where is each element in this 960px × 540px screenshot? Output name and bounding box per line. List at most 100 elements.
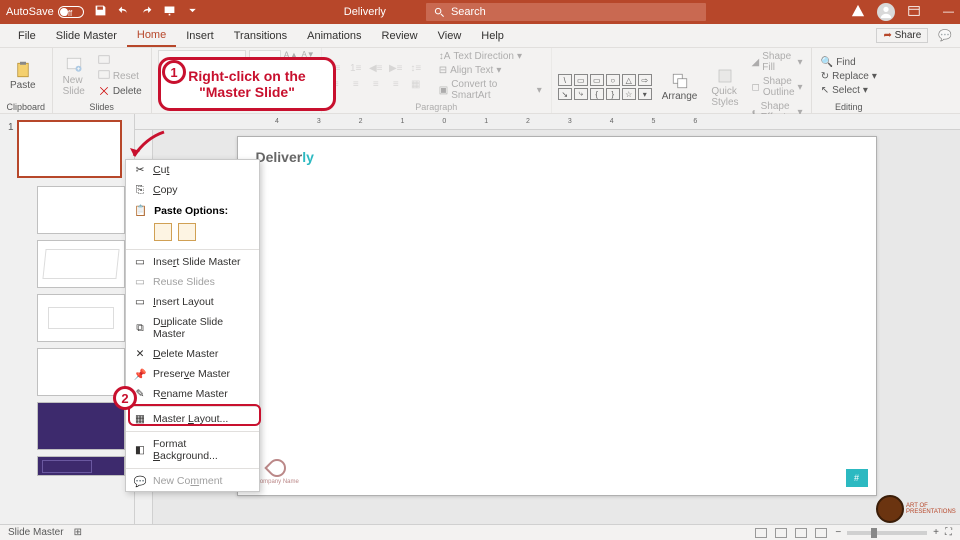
watermark-badge-icon xyxy=(876,495,904,523)
align-center-icon[interactable]: ≡ xyxy=(348,77,364,91)
shape-tri-icon[interactable]: △ xyxy=(622,74,636,86)
tab-slide-master[interactable]: Slide Master xyxy=(46,24,127,47)
zoom-out-icon[interactable]: − xyxy=(835,527,841,538)
slide-thumbnails-panel[interactable]: 1 xyxy=(0,114,135,524)
increase-indent-icon[interactable]: ▶≡ xyxy=(388,61,404,75)
reading-view-icon[interactable] xyxy=(795,528,807,538)
toggle-switch-icon[interactable]: Off xyxy=(58,6,84,18)
shape-more-icon[interactable]: ▾ xyxy=(638,88,652,100)
qat-dropdown-icon[interactable] xyxy=(186,4,199,20)
paste-option-keep[interactable] xyxy=(178,223,196,241)
tab-insert[interactable]: Insert xyxy=(176,24,224,47)
arrange-button[interactable]: Arrange xyxy=(658,70,702,104)
convert-smartart-button[interactable]: ▣Convert to SmartArt ▾ xyxy=(436,78,545,102)
menu-format-background[interactable]: ◧Format Background... xyxy=(126,434,259,466)
new-slide-button[interactable]: New Slide xyxy=(59,54,89,99)
tab-review[interactable]: Review xyxy=(372,24,428,47)
brand-text[interactable]: Deliverly xyxy=(256,149,314,165)
horizontal-ruler[interactable]: 4 3 2 1 0 1 2 3 4 5 6 xyxy=(135,114,960,130)
tab-file[interactable]: File xyxy=(8,24,46,47)
tab-view[interactable]: View xyxy=(428,24,472,47)
reset-button[interactable]: Reset xyxy=(95,69,145,83)
shape-line2-icon[interactable]: ↘ xyxy=(558,88,572,100)
find-button[interactable]: 🔍Find xyxy=(818,56,880,69)
shape-rect2-icon[interactable]: ▭ xyxy=(590,74,604,86)
warning-icon[interactable] xyxy=(851,4,865,21)
layout-button[interactable] xyxy=(95,54,145,68)
document-title[interactable]: Deliverly xyxy=(344,6,386,18)
share-button[interactable]: ➦ Share xyxy=(876,28,928,43)
zoom-in-icon[interactable]: + xyxy=(933,527,939,538)
layout-thumbnail-6[interactable] xyxy=(37,456,125,476)
search-box[interactable]: Search xyxy=(426,3,706,21)
slide-canvas-background[interactable]: Deliverly Company Name # xyxy=(153,130,960,524)
menu-rename-master[interactable]: ✎Rename Master xyxy=(126,384,259,404)
ribbon-display-icon[interactable] xyxy=(907,4,921,21)
comment-icon: 💬 xyxy=(134,475,146,487)
tab-home[interactable]: Home xyxy=(127,24,176,47)
menu-master-layout[interactable]: ▦Master Layout... xyxy=(126,409,259,429)
fit-to-window-icon[interactable]: ⛶ xyxy=(945,527,952,538)
justify-icon[interactable]: ≡ xyxy=(388,77,404,91)
shape-outline-button[interactable]: ◻Shape Outline ▾ xyxy=(749,75,806,99)
align-right-icon[interactable]: ≡ xyxy=(368,77,384,91)
zoom-slider[interactable] xyxy=(847,531,927,535)
shape-star-icon[interactable]: ☆ xyxy=(622,88,636,100)
normal-view-icon[interactable] xyxy=(755,528,767,538)
slide-canvas[interactable]: Deliverly Company Name # xyxy=(237,136,877,496)
minimize-icon[interactable]: — xyxy=(943,6,954,18)
tab-animations[interactable]: Animations xyxy=(297,24,371,47)
paste-option-theme[interactable] xyxy=(154,223,172,241)
menu-insert-slide-master[interactable]: ▭Insert Slide Master xyxy=(126,252,259,272)
user-avatar[interactable] xyxy=(877,3,895,21)
tab-help[interactable]: Help xyxy=(471,24,514,47)
shape-rect-icon[interactable]: ▭ xyxy=(574,74,588,86)
slideshow-icon[interactable] xyxy=(163,4,176,20)
redo-icon[interactable] xyxy=(140,4,153,20)
layout-thumbnail-4[interactable] xyxy=(37,348,125,396)
shape-brace-icon[interactable]: { xyxy=(590,88,604,100)
layout-thumbnail-3[interactable] xyxy=(37,294,125,342)
slideshow-view-icon[interactable] xyxy=(815,528,827,538)
shapes-gallery[interactable]: \ ▭ ▭ ○ △ ⇨ ↘ ⤷ { } ☆ ▾ xyxy=(558,74,652,100)
menu-duplicate-slide-master[interactable]: ⧉Duplicate Slide Master xyxy=(126,312,259,344)
reuse-icon: ▭ xyxy=(134,276,146,288)
shape-line-icon[interactable]: \ xyxy=(558,74,572,86)
autosave-toggle[interactable]: AutoSave Off xyxy=(6,6,84,18)
layout-thumbnail-1[interactable] xyxy=(37,186,125,234)
tab-transitions[interactable]: Transitions xyxy=(224,24,297,47)
paste-button[interactable]: Paste xyxy=(6,59,40,93)
menu-copy[interactable]: ⎘Copy xyxy=(126,180,259,200)
accessibility-icon[interactable]: ⊞ xyxy=(74,527,82,538)
menu-delete-master[interactable]: ✕Delete Master xyxy=(126,344,259,364)
columns-icon[interactable]: ▦ xyxy=(408,77,424,91)
select-button[interactable]: ↖Select ▾ xyxy=(818,84,880,97)
shape-brace2-icon[interactable]: } xyxy=(606,88,620,100)
layout-thumbnail-2[interactable] xyxy=(37,240,125,288)
numbering-icon[interactable]: 1≡ xyxy=(348,61,364,75)
slide-number-badge[interactable]: # xyxy=(846,469,868,487)
delete-icon: ✕ xyxy=(134,348,146,360)
align-text-button[interactable]: ⊟Align Text ▾ xyxy=(436,64,545,77)
shape-fill-button[interactable]: ◢Shape Fill ▾ xyxy=(749,50,806,74)
decrease-indent-icon[interactable]: ◀≡ xyxy=(368,61,384,75)
layout-thumbnail-5[interactable] xyxy=(37,402,125,450)
replace-button[interactable]: ↻Replace ▾ xyxy=(818,70,880,83)
menu-preserve-master[interactable]: 📌Preserve Master xyxy=(126,364,259,384)
shape-conn-icon[interactable]: ⤷ xyxy=(574,88,588,100)
quick-styles-button[interactable]: Quick Styles xyxy=(707,65,742,110)
line-spacing-icon[interactable]: ↕≡ xyxy=(408,61,424,75)
paragraph-group-label: Paragraph xyxy=(328,102,545,112)
sorter-view-icon[interactable] xyxy=(775,528,787,538)
text-direction-button[interactable]: ↕AText Direction ▾ xyxy=(436,50,545,63)
save-icon[interactable] xyxy=(94,4,107,20)
master-slide-thumbnail[interactable]: 1 xyxy=(17,120,122,178)
menu-insert-layout[interactable]: ▭Insert Layout xyxy=(126,292,259,312)
shape-arrow-icon[interactable]: ⇨ xyxy=(638,74,652,86)
delete-button[interactable]: Delete xyxy=(95,84,145,98)
shape-oval-icon[interactable]: ○ xyxy=(606,74,620,86)
company-logo[interactable]: Company Name xyxy=(256,459,299,485)
status-bar: Slide Master ⊞ − + ⛶ xyxy=(0,524,960,540)
comments-icon[interactable]: 💬 xyxy=(938,29,952,42)
undo-icon[interactable] xyxy=(117,4,130,20)
